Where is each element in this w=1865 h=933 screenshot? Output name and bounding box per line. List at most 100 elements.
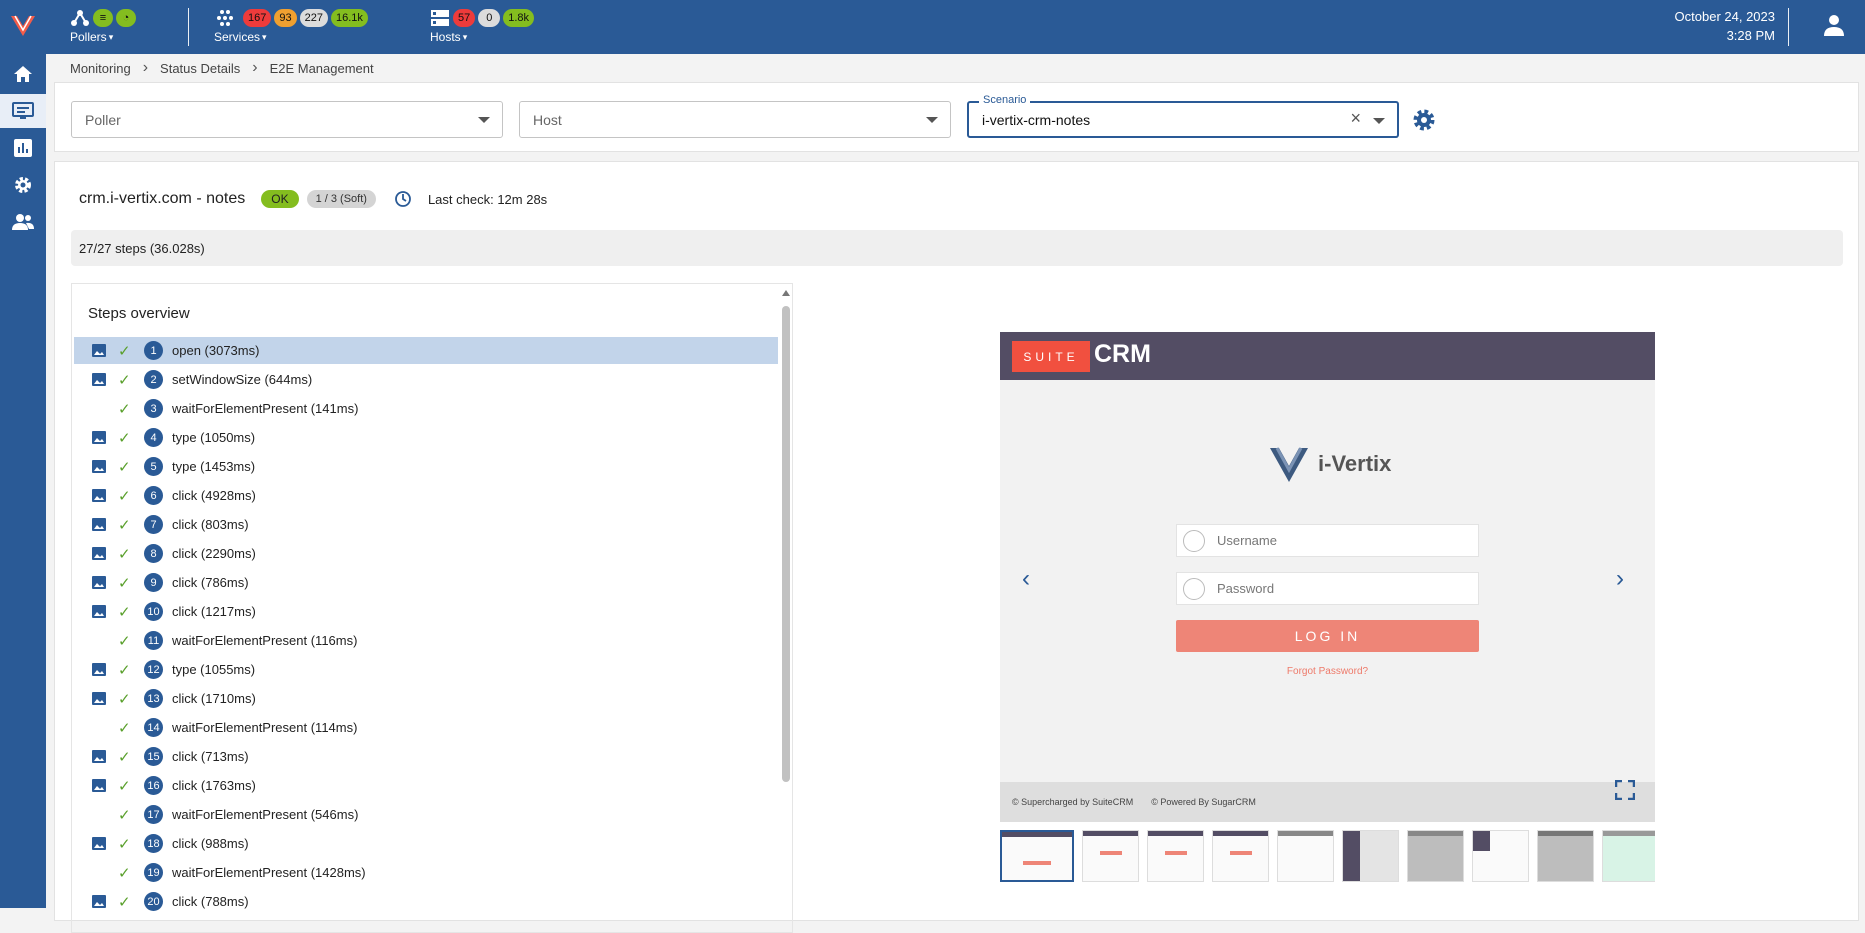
step-row[interactable]: ✓ 15 click (713ms) — [74, 743, 778, 770]
host-select[interactable]: Host — [519, 101, 951, 138]
monitoring-icon[interactable] — [0, 94, 46, 128]
fullscreen-icon[interactable] — [1615, 780, 1635, 800]
dropdown-arrow-icon[interactable] — [926, 117, 938, 123]
success-check-icon: ✓ — [118, 372, 131, 389]
thumbnail[interactable] — [1472, 830, 1529, 882]
breadcrumb-status-details[interactable]: Status Details — [160, 61, 240, 76]
step-row[interactable]: ✓ 10 click (1217ms) — [74, 598, 778, 625]
step-row[interactable]: ✓ 9 click (786ms) — [74, 569, 778, 596]
screenshot-image-icon[interactable] — [92, 895, 106, 908]
steps-summary[interactable]: 27/27 steps (36.028s) — [71, 230, 1843, 266]
ivertix-logo-icon[interactable] — [9, 12, 37, 38]
success-check-icon: ✓ — [118, 459, 131, 476]
step-row[interactable]: ✓ 12 type (1055ms) — [74, 656, 778, 683]
step-row[interactable]: ✓ 5 type (1453ms) — [74, 453, 778, 480]
chevron-down-icon: ▾ — [462, 31, 468, 42]
hosts-up-badge[interactable]: 1.8k — [503, 9, 535, 27]
step-row[interactable]: ✓ 20 click (788ms) — [74, 888, 778, 915]
database-status-icon[interactable]: ≡ — [93, 9, 113, 27]
step-row[interactable]: ✓ 11 waitForElementPresent (116ms) — [74, 627, 778, 654]
host-select-placeholder: Host — [533, 111, 562, 128]
hosts-unreachable-badge[interactable]: 0 — [478, 9, 501, 27]
dropdown-arrow-icon[interactable] — [478, 117, 490, 123]
screenshot-image-icon[interactable] — [92, 692, 106, 705]
screenshot-image-icon[interactable] — [92, 344, 106, 357]
step-label: type (1453ms) — [172, 459, 256, 474]
services-critical-badge[interactable]: 167 — [243, 9, 272, 27]
screenshot-image-icon[interactable] — [92, 547, 106, 560]
pollers-menu[interactable]: ≡ ◔ Pollers ▾ — [70, 8, 136, 44]
clear-icon[interactable]: × — [1350, 108, 1361, 129]
services-menu[interactable]: 167 93 227 16.1k Services ▾ — [214, 8, 368, 44]
thumbnail[interactable] — [1602, 830, 1655, 882]
breadcrumb-monitoring[interactable]: Monitoring — [70, 61, 131, 76]
scroll-up-arrow-icon[interactable] — [782, 290, 790, 296]
breadcrumb-e2e-management[interactable]: E2E Management — [270, 61, 374, 76]
step-row[interactable]: ✓ 16 click (1763ms) — [74, 772, 778, 799]
thumbnail[interactable] — [1537, 830, 1594, 882]
scrollbar-thumb[interactable] — [782, 306, 790, 782]
step-label: type (1050ms) — [172, 430, 256, 445]
screenshot-image-icon[interactable] — [92, 837, 106, 850]
scenario-header: crm.i-vertix.com - notes OK 1 / 3 (Soft)… — [79, 190, 547, 208]
previous-screenshot-icon[interactable]: ‹ — [1022, 565, 1030, 593]
thumbnail[interactable] — [1000, 830, 1074, 882]
gear-icon[interactable] — [0, 168, 46, 202]
step-row[interactable]: ✓ 1 open (3073ms) — [74, 337, 778, 364]
step-number: 4 — [144, 428, 163, 447]
screenshot-image-icon[interactable] — [92, 605, 106, 618]
screenshot-image-icon[interactable] — [92, 373, 106, 386]
services-ok-badge[interactable]: 16.1k — [330, 9, 368, 27]
step-row[interactable]: ✓ 4 type (1050ms) — [74, 424, 778, 451]
screenshot-image-icon[interactable] — [92, 431, 106, 444]
dropdown-arrow-icon[interactable] — [1373, 118, 1385, 124]
success-check-icon: ✓ — [118, 836, 131, 853]
hosts-down-badge[interactable]: 57 — [453, 9, 476, 27]
step-label: click (786ms) — [172, 575, 249, 590]
thumbnail[interactable] — [1407, 830, 1464, 882]
poller-select[interactable]: Poller — [71, 101, 503, 138]
step-row[interactable]: ✓ 18 click (988ms) — [74, 830, 778, 857]
services-unknown-badge[interactable]: 227 — [299, 9, 328, 27]
chart-icon[interactable] — [0, 131, 46, 165]
step-row[interactable]: ✓ 17 waitForElementPresent (546ms) — [74, 801, 778, 828]
services-label: Services — [214, 30, 261, 44]
screenshot-image-icon[interactable] — [92, 489, 106, 502]
settings-gear-icon[interactable] — [1412, 108, 1436, 132]
step-number: 14 — [144, 718, 163, 737]
hosts-label: Hosts — [430, 30, 461, 44]
thumbnail[interactable] — [1082, 830, 1139, 882]
thumbnail[interactable] — [1277, 830, 1334, 882]
step-number: 3 — [144, 399, 163, 418]
thumbnail[interactable] — [1342, 830, 1399, 882]
success-check-icon: ✓ — [118, 865, 131, 882]
step-row[interactable]: ✓ 13 click (1710ms) — [74, 685, 778, 712]
user-profile-icon[interactable] — [1822, 13, 1846, 37]
services-warning-badge[interactable]: 93 — [274, 9, 297, 27]
step-row[interactable]: ✓ 6 click (4928ms) — [74, 482, 778, 509]
screenshot-image-icon[interactable] — [92, 663, 106, 676]
users-icon[interactable] — [0, 205, 46, 239]
latency-status-icon[interactable]: ◔ — [116, 9, 136, 27]
scrollbar[interactable] — [780, 284, 792, 932]
home-icon[interactable] — [0, 57, 46, 91]
step-row[interactable]: ✓ 14 waitForElementPresent (114ms) — [74, 714, 778, 741]
hosts-menu[interactable]: 57 0 1.8k Hosts ▾ — [430, 8, 535, 44]
poller-select-placeholder: Poller — [85, 111, 121, 128]
screenshot-image-icon[interactable] — [92, 460, 106, 473]
screenshot-image-icon[interactable] — [92, 576, 106, 589]
step-label: setWindowSize (644ms) — [172, 372, 313, 387]
scenario-select[interactable]: Scenario i-vertix-crm-notes × — [967, 94, 1399, 138]
screenshot-image-icon[interactable] — [92, 518, 106, 531]
thumbnail[interactable] — [1212, 830, 1269, 882]
step-row[interactable]: ✓ 19 waitForElementPresent (1428ms) — [74, 859, 778, 886]
step-row[interactable]: ✓ 3 waitForElementPresent (141ms) — [74, 395, 778, 422]
screenshot-image-icon[interactable] — [92, 750, 106, 763]
step-row[interactable]: ✓ 2 setWindowSize (644ms) — [74, 366, 778, 393]
step-row[interactable]: ✓ 7 click (803ms) — [74, 511, 778, 538]
scenario-host-title: crm.i-vertix.com - notes — [79, 190, 246, 207]
thumbnail[interactable] — [1147, 830, 1204, 882]
step-row[interactable]: ✓ 8 click (2290ms) — [74, 540, 778, 567]
next-screenshot-icon[interactable]: › — [1616, 565, 1624, 593]
screenshot-image-icon[interactable] — [92, 779, 106, 792]
